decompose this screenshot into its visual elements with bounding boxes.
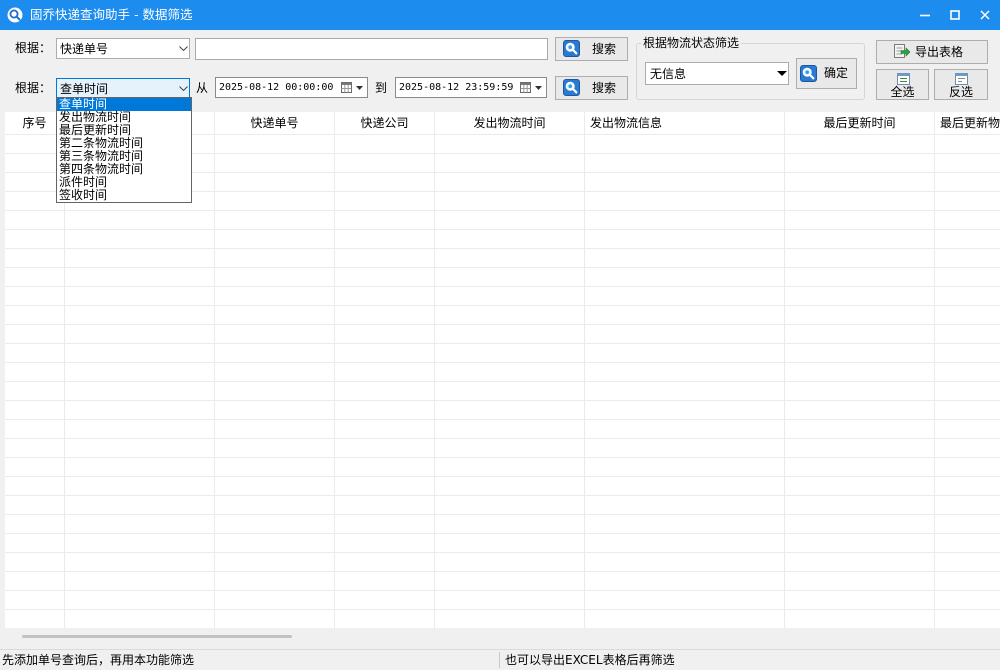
field-filter-label: 根据： — [15, 41, 52, 55]
triangle-down-icon — [777, 71, 787, 76]
time-field-select[interactable]: 查单时间 — [56, 78, 190, 98]
invert-selection-label: 反选 — [948, 85, 973, 99]
table-body-column — [785, 135, 935, 628]
minimize-button[interactable] — [910, 0, 940, 30]
triangle-down-icon[interactable] — [356, 86, 363, 90]
end-datetime-picker[interactable]: 2025-08-12 23:59:59 — [395, 77, 547, 98]
table-body-column — [215, 135, 335, 628]
time-filter-label: 根据： — [15, 81, 52, 95]
search-icon — [563, 79, 580, 96]
search-field-value: 快递单号 — [60, 42, 109, 56]
maximize-button[interactable] — [940, 0, 970, 30]
window-title: 固乔快递查询助手 - 数据筛选 — [30, 7, 193, 22]
end-datetime-value: 2025-08-12 23:59:59 — [399, 82, 514, 93]
time-select-options: 查单时间 发出物流时间 最后更新时间 第二条物流时间 第三条物流时间 第四条物流… — [56, 97, 192, 203]
time-option[interactable]: 签收时间 — [57, 189, 191, 202]
to-label: 到 — [375, 81, 388, 95]
table-body-column — [585, 135, 785, 628]
close-icon — [980, 10, 990, 20]
status-select[interactable]: 无信息 — [645, 62, 789, 85]
calendar-icon[interactable] — [341, 82, 352, 93]
table-body-column — [935, 135, 1000, 628]
magnifier-icon — [7, 7, 23, 23]
keyword-input[interactable] — [195, 38, 548, 60]
search-by-time-label: 搜索 — [592, 81, 617, 95]
status-filter-legend: 根据物流状态筛选 — [641, 35, 742, 51]
close-button[interactable] — [970, 0, 1000, 30]
column-header-first-info[interactable]: 发出物流信息 — [585, 112, 785, 134]
search-by-time-button[interactable]: 搜索 — [555, 76, 628, 100]
start-datetime-value: 2025-08-12 00:00:00 — [219, 82, 334, 93]
scrollbar-thumb[interactable] — [22, 635, 292, 638]
table-body-column — [335, 135, 435, 628]
search-by-field-label: 搜索 — [592, 42, 617, 56]
search-by-field-button[interactable]: 搜索 — [555, 37, 628, 61]
title-bar[interactable]: 固乔快递查询助手 - 数据筛选 — [0, 0, 1000, 30]
table-body-column — [435, 135, 585, 628]
triangle-down-icon[interactable] — [535, 86, 542, 90]
from-label: 从 — [196, 81, 209, 95]
column-header-last-update-info[interactable]: 最后更新物 — [935, 112, 1000, 134]
column-header-courier[interactable]: 快递公司 — [335, 112, 435, 134]
column-header-last-update-time[interactable]: 最后更新时间 — [785, 112, 935, 134]
table-body-column — [65, 135, 215, 628]
minimize-icon — [920, 14, 930, 17]
time-field-value: 查单时间 — [60, 81, 109, 96]
maximize-icon — [950, 10, 960, 20]
column-header-tracking-number[interactable]: 快递单号 — [215, 112, 335, 134]
start-datetime-picker[interactable]: 2025-08-12 00:00:00 — [215, 77, 368, 98]
status-bar: 先添加单号查询后，再用本功能筛选 也可以导出EXCEL表格后再筛选 — [0, 649, 1000, 670]
select-all-label: 全选 — [890, 85, 915, 99]
search-field-select[interactable]: 快递单号 — [56, 38, 190, 59]
confirm-status-label: 确定 — [824, 66, 849, 80]
table-body-column — [5, 135, 65, 628]
search-icon — [563, 40, 580, 57]
chevron-down-icon — [179, 86, 188, 91]
export-table-label: 导出表格 — [915, 45, 964, 59]
invert-selection-button[interactable]: 反选 — [934, 69, 988, 100]
status-bar-separator — [499, 652, 500, 668]
search-icon — [800, 65, 817, 82]
chevron-down-icon — [179, 46, 188, 51]
status-hint-left: 先添加单号查询后，再用本功能筛选 — [2, 653, 195, 667]
status-hint-right: 也可以导出EXCEL表格后再筛选 — [505, 653, 675, 667]
export-icon — [894, 44, 911, 58]
table-body[interactable] — [5, 135, 1000, 628]
confirm-status-button[interactable]: 确定 — [796, 58, 857, 89]
column-header-first-time[interactable]: 发出物流时间 — [435, 112, 585, 134]
horizontal-scrollbar[interactable] — [5, 628, 1000, 646]
status-select-value: 无信息 — [650, 67, 687, 81]
calendar-icon[interactable] — [520, 82, 531, 93]
export-table-button[interactable]: 导出表格 — [876, 40, 988, 64]
select-all-button[interactable]: 全选 — [876, 69, 929, 100]
